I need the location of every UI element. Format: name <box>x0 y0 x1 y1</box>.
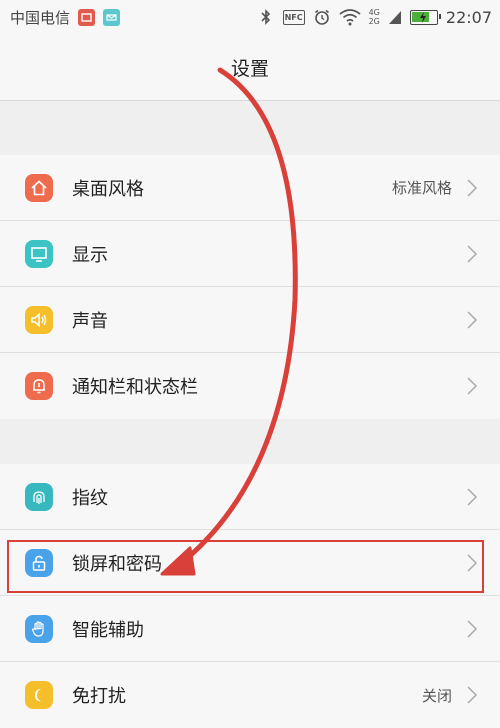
chevron-right-icon <box>467 244 478 263</box>
speaker-icon <box>25 305 53 334</box>
display-icon <box>25 239 53 268</box>
network-type: 4G 2G <box>369 8 380 26</box>
chevron-right-icon <box>467 686 478 704</box>
wifi-icon <box>339 9 361 26</box>
lock-icon <box>25 548 53 577</box>
settings-item-smart-assist[interactable]: 智能辅助 <box>0 596 500 662</box>
status-bar: 中国电信 NFC 4G 2G 22:07 <box>0 0 500 34</box>
clock: 22:07 <box>445 7 492 27</box>
status-bar-left: 中国电信 <box>10 7 121 28</box>
status-bar-right: NFC 4G 2G 22:07 <box>257 8 492 27</box>
settings-group-security: 指纹 锁屏和密码 智能辅助 免打扰 关闭 <box>0 464 500 728</box>
chevron-right-icon <box>467 487 478 506</box>
settings-item-lock-screen-password[interactable]: 锁屏和密码 <box>0 530 500 596</box>
settings-item-fingerprint[interactable]: 指纹 <box>0 464 500 530</box>
settings-item-notification-status-bar[interactable]: 通知栏和状态栏 <box>0 353 500 419</box>
moon-icon <box>25 681 53 709</box>
settings-item-label: 指纹 <box>72 487 108 509</box>
chevron-right-icon <box>467 377 478 395</box>
notification-sms-icon <box>103 8 121 26</box>
bluetooth-icon <box>260 9 270 25</box>
settings-item-label: 免打扰 <box>72 686 126 707</box>
settings-item-value: 标准风格 <box>391 179 452 197</box>
signal-icon <box>388 11 401 24</box>
settings-item-sound[interactable]: 声音 <box>0 287 500 353</box>
chevron-right-icon <box>467 619 478 638</box>
settings-item-label: 显示 <box>72 244 108 266</box>
page-header: 设置 <box>0 34 500 101</box>
settings-item-label: 通知栏和状态栏 <box>72 377 198 398</box>
chevron-right-icon <box>467 310 478 329</box>
battery-charging-icon <box>409 9 441 25</box>
fingerprint-icon <box>25 482 53 511</box>
alarm-icon <box>314 9 329 25</box>
settings-item-label: 声音 <box>72 310 108 332</box>
network-type-top: 4G <box>368 8 380 17</box>
chevron-right-icon <box>467 178 478 197</box>
settings-item-label: 智能辅助 <box>72 619 144 641</box>
network-type-bottom: 2G <box>368 17 380 26</box>
hand-icon <box>25 614 53 643</box>
carrier-name: 中国电信 <box>10 8 71 27</box>
nfc-icon: NFC <box>282 9 305 25</box>
notification-app-icon <box>78 8 96 26</box>
settings-item-display[interactable]: 显示 <box>0 221 500 287</box>
home-icon <box>25 173 53 202</box>
settings-item-do-not-disturb[interactable]: 免打扰 关闭 <box>0 662 500 728</box>
settings-item-label: 桌面风格 <box>72 178 144 200</box>
settings-item-value: 关闭 <box>421 686 452 705</box>
notification-bell-icon <box>25 372 53 400</box>
settings-group-display: 桌面风格 标准风格 显示 声音 通知栏和状态栏 <box>0 155 500 419</box>
chevron-right-icon <box>467 553 478 572</box>
page-title: 设置 <box>230 57 269 80</box>
settings-item-desktop-style[interactable]: 桌面风格 标准风格 <box>0 155 500 221</box>
settings-item-label: 锁屏和密码 <box>72 553 162 575</box>
